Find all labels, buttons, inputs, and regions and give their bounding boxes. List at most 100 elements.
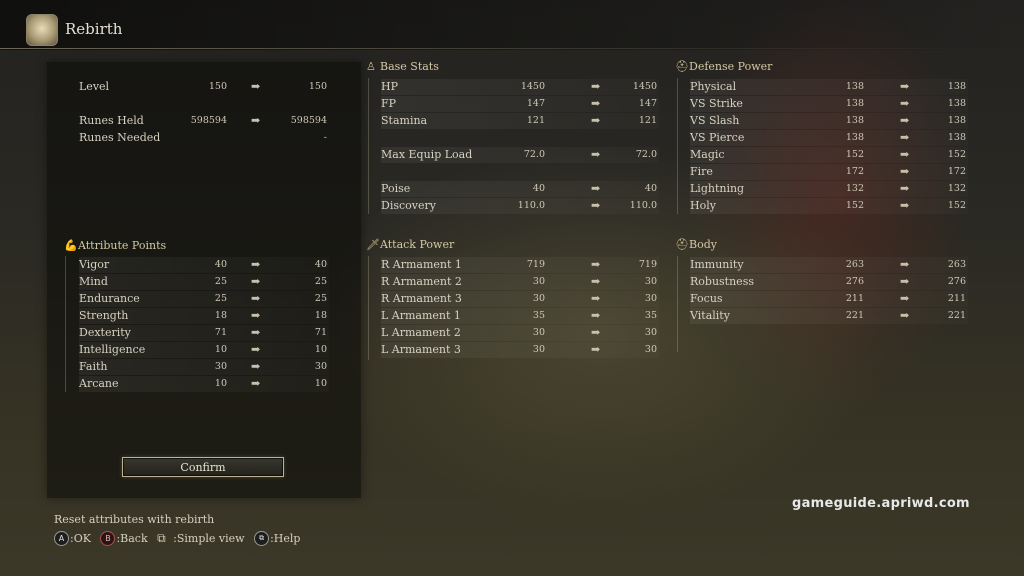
body-divider	[677, 256, 678, 352]
stat-label: Max Equip Load	[381, 148, 473, 161]
stat-current-value: 25	[214, 276, 227, 287]
stat-label: Strength	[79, 309, 129, 322]
stat-row: Faith 30 ➡ 30	[79, 359, 329, 375]
stat-new-value: 121	[638, 115, 657, 126]
stat-label: HP	[381, 80, 398, 93]
stat-current-value: 147	[526, 98, 545, 109]
stat-current-value: 138	[845, 115, 864, 126]
stat-label: Endurance	[79, 292, 140, 305]
arrow-right-icon: ➡	[900, 309, 910, 322]
stat-label: L Armament 3	[381, 343, 461, 356]
stat-label: Runes Needed	[79, 131, 161, 144]
stat-current-value: 263	[845, 259, 864, 270]
stat-row: Level 150 ➡ 150	[79, 79, 329, 95]
stat-current-value: 152	[845, 200, 864, 211]
stat-new-value: 152	[947, 149, 966, 160]
stat-row: R Armament 3 30 ➡ 30	[381, 291, 659, 307]
stat-row: R Armament 2 30 ➡ 30	[381, 274, 659, 290]
arrow-right-icon: ➡	[251, 114, 261, 127]
stat-new-value: 30	[644, 327, 657, 338]
ok-control[interactable]: A:OK	[54, 531, 91, 546]
arrow-right-icon: ➡	[591, 80, 601, 93]
attack-power-header: 🗡Attack Power	[366, 238, 455, 251]
stat-new-value: 138	[947, 81, 966, 92]
simple-view-icon: ⧉	[157, 531, 166, 545]
stat-row: L Armament 1 35 ➡ 35	[381, 308, 659, 324]
stat-new-value: 276	[947, 276, 966, 287]
stat-current-value: 138	[845, 81, 864, 92]
stat-label: Vitality	[690, 309, 730, 322]
stat-new-value: 25	[314, 276, 327, 287]
stat-row: R Armament 1 719 ➡ 719	[381, 257, 659, 273]
stat-row: Fire 172 ➡ 172	[690, 164, 968, 180]
stat-current-value: 30	[532, 276, 545, 287]
stat-current-value: 598594	[190, 115, 227, 126]
arrow-right-icon: ➡	[251, 343, 261, 356]
page-title: Rebirth	[65, 20, 123, 38]
stat-current-value: 40	[214, 259, 227, 270]
stat-new-value: 132	[947, 183, 966, 194]
stat-label: Poise	[381, 182, 411, 195]
stat-new-value: 30	[644, 293, 657, 304]
top-bar	[0, 0, 1024, 50]
flexed-arm-icon: 💪	[64, 239, 78, 252]
base-stats-header: ♙ Base Stats	[366, 60, 439, 73]
arrow-right-icon: ➡	[900, 258, 910, 271]
stat-label: Physical	[690, 80, 737, 93]
stat-row: Runes Needed -	[79, 130, 329, 146]
arrow-right-icon: ➡	[591, 114, 601, 127]
stat-row: Arcane 10 ➡ 10	[79, 376, 329, 392]
stat-row: Strength 18 ➡ 18	[79, 308, 329, 324]
stat-new-value: 30	[644, 344, 657, 355]
stat-current-value: 35	[532, 310, 545, 321]
stat-current-value: 211	[845, 293, 864, 304]
stat-label: R Armament 2	[381, 275, 462, 288]
stat-label: Magic	[690, 148, 725, 161]
stat-label: L Armament 2	[381, 326, 461, 339]
arrow-right-icon: ➡	[591, 182, 601, 195]
stat-new-value: 172	[947, 166, 966, 177]
stat-label: Robustness	[690, 275, 754, 288]
stat-new-value: 147	[638, 98, 657, 109]
stat-row: Stamina 121 ➡ 121	[381, 113, 659, 129]
person-figure-icon: ♙	[366, 60, 376, 73]
stat-label: VS Pierce	[690, 131, 745, 144]
attack-power-divider	[368, 256, 369, 360]
stat-new-value: 10	[314, 344, 327, 355]
back-control[interactable]: B:Back	[100, 531, 148, 546]
helmet-icon: ⛑	[675, 238, 689, 251]
stat-row: VS Pierce 138 ➡ 138	[690, 130, 968, 146]
stat-row: Poise 40 ➡ 40	[381, 181, 659, 197]
stat-row: L Armament 3 30 ➡ 30	[381, 342, 659, 358]
stat-current-value: 25	[214, 293, 227, 304]
arrow-right-icon: ➡	[591, 148, 601, 161]
arrow-right-icon: ➡	[251, 292, 261, 305]
stat-label: VS Slash	[690, 114, 740, 127]
stat-new-value: 138	[947, 98, 966, 109]
stat-label: Lightning	[690, 182, 745, 195]
stat-row: Immunity 263 ➡ 263	[690, 257, 968, 273]
base-stats-divider	[368, 78, 369, 214]
arrow-right-icon: ➡	[251, 275, 261, 288]
stat-row: FP 147 ➡ 147	[381, 96, 659, 112]
help-control[interactable]: ⧉:Help	[254, 531, 300, 546]
watermark: gameguide.apriwd.com	[792, 496, 970, 511]
stat-current-value: 40	[532, 183, 545, 194]
arrow-right-icon: ➡	[591, 275, 601, 288]
stat-current-value: 719	[526, 259, 545, 270]
help-button-icon: ⧉	[254, 531, 270, 546]
arrow-right-icon: ➡	[591, 309, 601, 322]
stat-current-value: 10	[214, 378, 227, 389]
stat-new-value: 719	[638, 259, 657, 270]
stat-new-value: 25	[314, 293, 327, 304]
stat-label: Mind	[79, 275, 108, 288]
stat-row: Magic 152 ➡ 152	[690, 147, 968, 163]
stat-new-value: 1450	[632, 81, 657, 92]
stat-current-value: 221	[845, 310, 864, 321]
simple-view-control[interactable]: ⧉:Simple view	[157, 531, 244, 545]
arrow-right-icon: ➡	[591, 326, 601, 339]
stat-new-value: 35	[644, 310, 657, 321]
arrow-right-icon: ➡	[591, 199, 601, 212]
confirm-button[interactable]: Confirm	[122, 457, 284, 477]
stat-row: VS Strike 138 ➡ 138	[690, 96, 968, 112]
